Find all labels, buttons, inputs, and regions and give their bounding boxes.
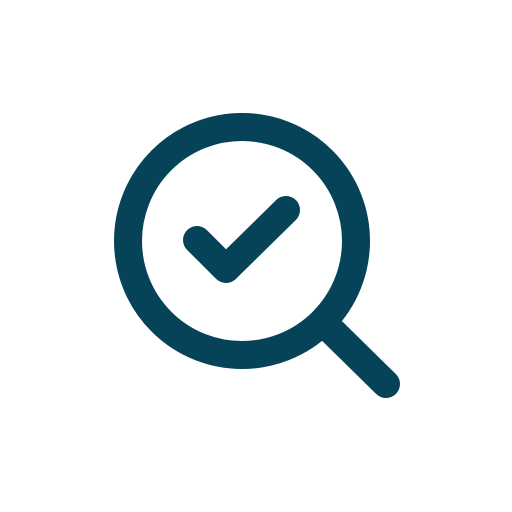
- magnifier-handle: [314, 313, 400, 398]
- icon-canvas: [0, 0, 512, 512]
- check-mark-icon: [183, 196, 300, 283]
- search-check-icon: [114, 113, 400, 398]
